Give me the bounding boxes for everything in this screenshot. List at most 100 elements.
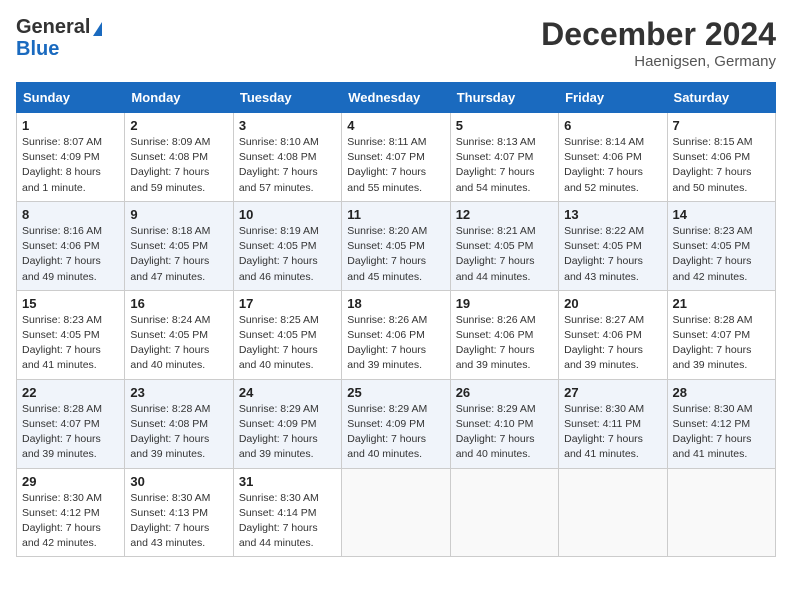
day-number: 4 bbox=[347, 118, 444, 133]
calendar-cell: 5 Sunrise: 8:13 AMSunset: 4:07 PMDayligh… bbox=[450, 113, 558, 202]
day-number: 3 bbox=[239, 118, 336, 133]
day-number: 24 bbox=[239, 385, 336, 400]
calendar-cell: 20 Sunrise: 8:27 AMSunset: 4:06 PMDaylig… bbox=[559, 290, 667, 379]
calendar-cell: 3 Sunrise: 8:10 AMSunset: 4:08 PMDayligh… bbox=[233, 113, 341, 202]
day-detail: Sunrise: 8:28 AMSunset: 4:07 PMDaylight:… bbox=[673, 314, 753, 372]
day-number: 14 bbox=[673, 207, 770, 222]
day-number: 29 bbox=[22, 474, 119, 489]
day-detail: Sunrise: 8:26 AMSunset: 4:06 PMDaylight:… bbox=[456, 314, 536, 372]
day-detail: Sunrise: 8:23 AMSunset: 4:05 PMDaylight:… bbox=[22, 314, 102, 372]
day-number: 13 bbox=[564, 207, 661, 222]
day-header-wednesday: Wednesday bbox=[342, 83, 450, 113]
day-detail: Sunrise: 8:09 AMSunset: 4:08 PMDaylight:… bbox=[130, 136, 210, 194]
day-number: 5 bbox=[456, 118, 553, 133]
day-detail: Sunrise: 8:07 AMSunset: 4:09 PMDaylight:… bbox=[22, 136, 102, 194]
day-detail: Sunrise: 8:29 AMSunset: 4:10 PMDaylight:… bbox=[456, 403, 536, 461]
day-detail: Sunrise: 8:30 AMSunset: 4:14 PMDaylight:… bbox=[239, 492, 319, 550]
day-number: 11 bbox=[347, 207, 444, 222]
calendar-cell bbox=[667, 468, 775, 557]
day-number: 20 bbox=[564, 296, 661, 311]
calendar-cell bbox=[450, 468, 558, 557]
calendar-cell: 23 Sunrise: 8:28 AMSunset: 4:08 PMDaylig… bbox=[125, 379, 233, 468]
day-detail: Sunrise: 8:29 AMSunset: 4:09 PMDaylight:… bbox=[347, 403, 427, 461]
calendar-table: SundayMondayTuesdayWednesdayThursdayFrid… bbox=[16, 82, 776, 557]
calendar-cell: 2 Sunrise: 8:09 AMSunset: 4:08 PMDayligh… bbox=[125, 113, 233, 202]
calendar-cell bbox=[342, 468, 450, 557]
day-number: 19 bbox=[456, 296, 553, 311]
day-number: 15 bbox=[22, 296, 119, 311]
calendar-cell: 29 Sunrise: 8:30 AMSunset: 4:12 PMDaylig… bbox=[17, 468, 125, 557]
calendar-cell: 4 Sunrise: 8:11 AMSunset: 4:07 PMDayligh… bbox=[342, 113, 450, 202]
day-number: 23 bbox=[130, 385, 227, 400]
day-detail: Sunrise: 8:18 AMSunset: 4:05 PMDaylight:… bbox=[130, 225, 210, 283]
calendar-cell: 14 Sunrise: 8:23 AMSunset: 4:05 PMDaylig… bbox=[667, 201, 775, 290]
calendar-cell: 12 Sunrise: 8:21 AMSunset: 4:05 PMDaylig… bbox=[450, 201, 558, 290]
day-detail: Sunrise: 8:28 AMSunset: 4:08 PMDaylight:… bbox=[130, 403, 210, 461]
calendar-cell: 30 Sunrise: 8:30 AMSunset: 4:13 PMDaylig… bbox=[125, 468, 233, 557]
calendar-cell: 9 Sunrise: 8:18 AMSunset: 4:05 PMDayligh… bbox=[125, 201, 233, 290]
calendar-cell: 28 Sunrise: 8:30 AMSunset: 4:12 PMDaylig… bbox=[667, 379, 775, 468]
calendar-cell: 11 Sunrise: 8:20 AMSunset: 4:05 PMDaylig… bbox=[342, 201, 450, 290]
day-header-thursday: Thursday bbox=[450, 83, 558, 113]
day-detail: Sunrise: 8:20 AMSunset: 4:05 PMDaylight:… bbox=[347, 225, 427, 283]
calendar-cell: 25 Sunrise: 8:29 AMSunset: 4:09 PMDaylig… bbox=[342, 379, 450, 468]
calendar-cell: 17 Sunrise: 8:25 AMSunset: 4:05 PMDaylig… bbox=[233, 290, 341, 379]
day-header-tuesday: Tuesday bbox=[233, 83, 341, 113]
day-number: 30 bbox=[130, 474, 227, 489]
day-detail: Sunrise: 8:16 AMSunset: 4:06 PMDaylight:… bbox=[22, 225, 102, 283]
day-detail: Sunrise: 8:15 AMSunset: 4:06 PMDaylight:… bbox=[673, 136, 753, 194]
day-detail: Sunrise: 8:30 AMSunset: 4:11 PMDaylight:… bbox=[564, 403, 644, 461]
day-detail: Sunrise: 8:24 AMSunset: 4:05 PMDaylight:… bbox=[130, 314, 210, 372]
day-detail: Sunrise: 8:21 AMSunset: 4:05 PMDaylight:… bbox=[456, 225, 536, 283]
day-number: 6 bbox=[564, 118, 661, 133]
day-number: 25 bbox=[347, 385, 444, 400]
day-detail: Sunrise: 8:28 AMSunset: 4:07 PMDaylight:… bbox=[22, 403, 102, 461]
day-header-sunday: Sunday bbox=[17, 83, 125, 113]
calendar-cell: 6 Sunrise: 8:14 AMSunset: 4:06 PMDayligh… bbox=[559, 113, 667, 202]
day-detail: Sunrise: 8:11 AMSunset: 4:07 PMDaylight:… bbox=[347, 136, 426, 194]
day-number: 21 bbox=[673, 296, 770, 311]
day-detail: Sunrise: 8:19 AMSunset: 4:05 PMDaylight:… bbox=[239, 225, 319, 283]
day-header-monday: Monday bbox=[125, 83, 233, 113]
day-number: 31 bbox=[239, 474, 336, 489]
calendar-header-row: SundayMondayTuesdayWednesdayThursdayFrid… bbox=[17, 83, 776, 113]
calendar-cell: 10 Sunrise: 8:19 AMSunset: 4:05 PMDaylig… bbox=[233, 201, 341, 290]
calendar-cell: 16 Sunrise: 8:24 AMSunset: 4:05 PMDaylig… bbox=[125, 290, 233, 379]
day-header-saturday: Saturday bbox=[667, 83, 775, 113]
calendar-cell: 7 Sunrise: 8:15 AMSunset: 4:06 PMDayligh… bbox=[667, 113, 775, 202]
calendar-cell: 13 Sunrise: 8:22 AMSunset: 4:05 PMDaylig… bbox=[559, 201, 667, 290]
location-text: Haenigsen, Germany bbox=[541, 53, 776, 70]
logo-general-text: General bbox=[16, 16, 90, 38]
calendar-cell: 21 Sunrise: 8:28 AMSunset: 4:07 PMDaylig… bbox=[667, 290, 775, 379]
day-detail: Sunrise: 8:27 AMSunset: 4:06 PMDaylight:… bbox=[564, 314, 644, 372]
day-detail: Sunrise: 8:30 AMSunset: 4:12 PMDaylight:… bbox=[673, 403, 753, 461]
calendar-week-row: 8 Sunrise: 8:16 AMSunset: 4:06 PMDayligh… bbox=[17, 201, 776, 290]
day-detail: Sunrise: 8:25 AMSunset: 4:05 PMDaylight:… bbox=[239, 314, 319, 372]
day-number: 16 bbox=[130, 296, 227, 311]
day-number: 22 bbox=[22, 385, 119, 400]
day-number: 9 bbox=[130, 207, 227, 222]
day-detail: Sunrise: 8:22 AMSunset: 4:05 PMDaylight:… bbox=[564, 225, 644, 283]
calendar-cell: 1 Sunrise: 8:07 AMSunset: 4:09 PMDayligh… bbox=[17, 113, 125, 202]
page-header: General Blue December 2024 Haenigsen, Ge… bbox=[16, 16, 776, 70]
day-header-friday: Friday bbox=[559, 83, 667, 113]
calendar-cell bbox=[559, 468, 667, 557]
calendar-cell: 8 Sunrise: 8:16 AMSunset: 4:06 PMDayligh… bbox=[17, 201, 125, 290]
calendar-cell: 31 Sunrise: 8:30 AMSunset: 4:14 PMDaylig… bbox=[233, 468, 341, 557]
calendar-cell: 24 Sunrise: 8:29 AMSunset: 4:09 PMDaylig… bbox=[233, 379, 341, 468]
day-detail: Sunrise: 8:10 AMSunset: 4:08 PMDaylight:… bbox=[239, 136, 319, 194]
day-number: 8 bbox=[22, 207, 119, 222]
day-detail: Sunrise: 8:30 AMSunset: 4:13 PMDaylight:… bbox=[130, 492, 210, 550]
day-number: 1 bbox=[22, 118, 119, 133]
logo-blue-text: Blue bbox=[16, 38, 59, 60]
day-number: 2 bbox=[130, 118, 227, 133]
calendar-cell: 15 Sunrise: 8:23 AMSunset: 4:05 PMDaylig… bbox=[17, 290, 125, 379]
day-number: 10 bbox=[239, 207, 336, 222]
title-block: December 2024 Haenigsen, Germany bbox=[541, 16, 776, 70]
day-number: 7 bbox=[673, 118, 770, 133]
day-number: 12 bbox=[456, 207, 553, 222]
calendar-week-row: 1 Sunrise: 8:07 AMSunset: 4:09 PMDayligh… bbox=[17, 113, 776, 202]
day-detail: Sunrise: 8:26 AMSunset: 4:06 PMDaylight:… bbox=[347, 314, 427, 372]
calendar-cell: 27 Sunrise: 8:30 AMSunset: 4:11 PMDaylig… bbox=[559, 379, 667, 468]
day-number: 27 bbox=[564, 385, 661, 400]
